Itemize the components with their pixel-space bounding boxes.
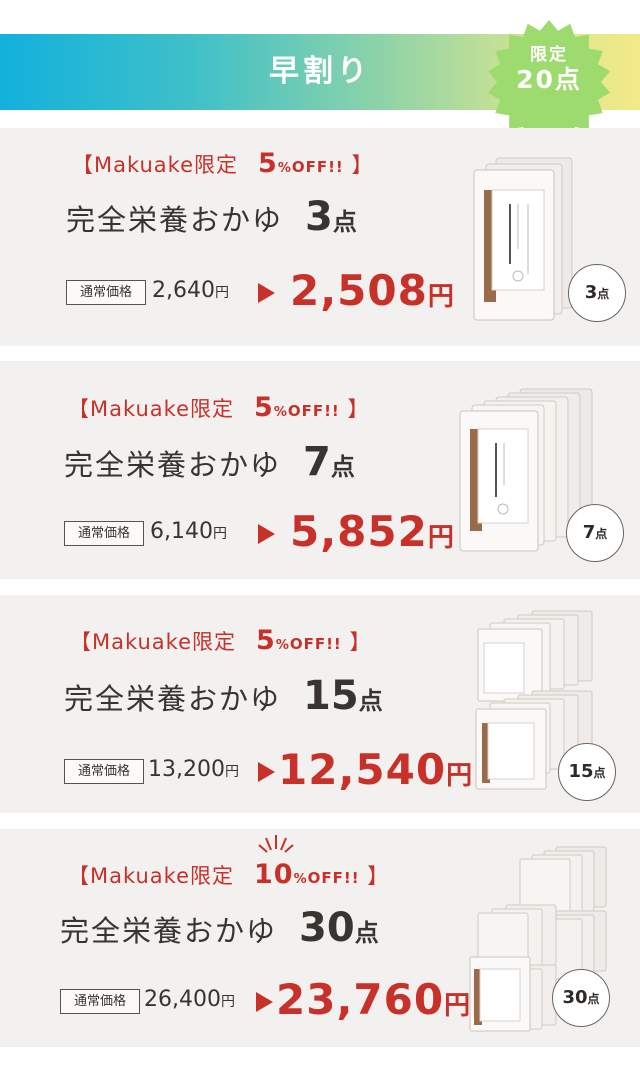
promo-percent-symbol: % [275,638,290,653]
qty-circle-badge: 30点 [552,969,610,1027]
regular-price-value: 26,400 [144,987,221,1012]
regular-price-label: 通常価格 [60,989,140,1014]
plan-card-30[interactable]: 【Makuake限定 10%OFF!! 】 完全栄養おかゆ 30点 通常価格 26,… [0,829,640,1047]
sale-price-yen: 円 [427,282,455,312]
promo-suffix: 】 [351,153,374,177]
promo-percent: 5 [254,392,274,423]
regular-price: 26,400円 [144,987,235,1012]
promo-prefix: 【Makuake限定 [72,153,239,177]
arrow-icon [258,762,275,782]
promo-line: 【Makuake限定 5%OFF!! 】 [70,625,371,656]
promo-off: OFF!! [291,158,344,176]
promo-off: OFF!! [289,635,342,653]
badge-label: 限定 [530,45,568,65]
sale-price-yen: 円 [446,761,474,791]
product-title: 完全栄養おかゆ 7点 [64,439,357,485]
qty-circle-badge: 7点 [566,504,624,562]
promo-line: 【Makuake限定 5%OFF!! 】 [72,148,373,179]
plan-card-7[interactable]: 【Makuake限定 5%OFF!! 】 完全栄養おかゆ 7点 通常価格 6,140… [0,361,640,579]
sale-price-yen: 円 [427,523,455,553]
sale-price: 12,540円 [278,745,473,794]
regular-price-label: 通常価格 [64,521,144,546]
promo-percent: 5 [256,625,276,656]
qty-circle-unit: 点 [595,527,608,541]
sale-price: 2,508円 [290,266,455,315]
regular-price-value: 6,140 [150,519,213,544]
promo-percent-symbol: % [273,405,288,420]
product-name: 完全栄養おかゆ [64,682,282,716]
product-pack-image [473,157,573,321]
sale-price-value: 2,508 [290,266,428,315]
promo-suffix: 】 [367,864,390,888]
qty-circle-num: 7 [582,522,596,543]
regular-price-label: 通常価格 [66,280,146,305]
plan-card-15[interactable]: 【Makuake限定 5%OFF!! 】 完全栄養おかゆ 15点 通常価格 13,2… [0,595,640,813]
qty-circle-unit: 点 [597,287,610,301]
sale-price: 5,852円 [290,507,455,556]
arrow-icon [256,992,273,1012]
product-name: 完全栄養おかゆ [64,448,282,482]
regular-price-value: 2,640 [152,278,215,303]
regular-price-yen: 円 [214,285,229,301]
regular-price: 13,200円 [148,757,239,782]
product-name: 完全栄養おかゆ [60,914,278,948]
promo-suffix: 】 [349,630,372,654]
promo-line: 【Makuake限定 5%OFF!! 】 [68,392,369,423]
product-qty-unit: 点 [358,687,385,715]
promo-prefix: 【Makuake限定 [68,397,235,421]
promo-suffix: 】 [347,397,370,421]
sale-price-value: 12,540 [278,745,447,794]
qty-circle-num: 3 [584,282,598,303]
regular-price: 2,640円 [152,278,229,303]
promo-prefix: 【Makuake限定 [70,630,237,654]
arrow-icon [258,524,275,544]
qty-circle-num: 15 [568,761,594,782]
promo-percent: 5 [258,148,278,179]
product-qty-unit: 点 [354,919,381,947]
regular-price-value: 13,200 [148,757,225,782]
limited-badge: 限定 20点 [485,18,613,146]
product-qty: 3 [305,194,333,240]
regular-price-label: 通常価格 [64,759,144,784]
regular-price: 6,140円 [150,519,227,544]
promo-line: 【Makuake限定 10%OFF!! 】 [68,859,389,890]
badge-count: 20点 [516,64,582,94]
qty-circle-num: 30 [562,987,588,1008]
product-qty-unit: 点 [330,453,357,481]
qty-circle-badge: 3点 [568,264,626,322]
regular-price-yen: 円 [220,994,235,1010]
product-qty: 30 [299,905,355,951]
sale-price: 23,760円 [276,975,471,1024]
product-qty: 15 [303,673,359,719]
promo-percent: 10 [254,859,294,890]
arrow-icon [258,283,275,303]
sparkle-icon [258,835,294,853]
sale-price-value: 5,852 [290,507,428,556]
product-title: 完全栄養おかゆ 15点 [64,673,385,719]
promo-prefix: 【Makuake限定 [68,864,235,888]
product-title: 完全栄養おかゆ 30点 [60,905,381,951]
promo-percent-symbol: % [277,161,292,176]
qty-circle-unit: 点 [593,766,606,780]
promo-percent-symbol: % [293,872,308,887]
product-qty-unit: 点 [332,208,359,236]
qty-circle-badge: 15点 [558,743,616,801]
promo-off: OFF!! [287,402,340,420]
plan-card-3[interactable]: 【Makuake限定 5%OFF!! 】 完全栄養おかゆ 3点 通常価格 2,640… [0,128,640,346]
regular-price-yen: 円 [212,526,227,542]
promo-off: OFF!! [307,869,360,887]
product-name: 完全栄養おかゆ [66,203,284,237]
sale-price-value: 23,760 [276,975,445,1024]
qty-circle-unit: 点 [587,992,600,1006]
regular-price-yen: 円 [224,764,239,780]
product-qty: 7 [303,439,331,485]
product-title: 完全栄養おかゆ 3点 [66,194,359,240]
